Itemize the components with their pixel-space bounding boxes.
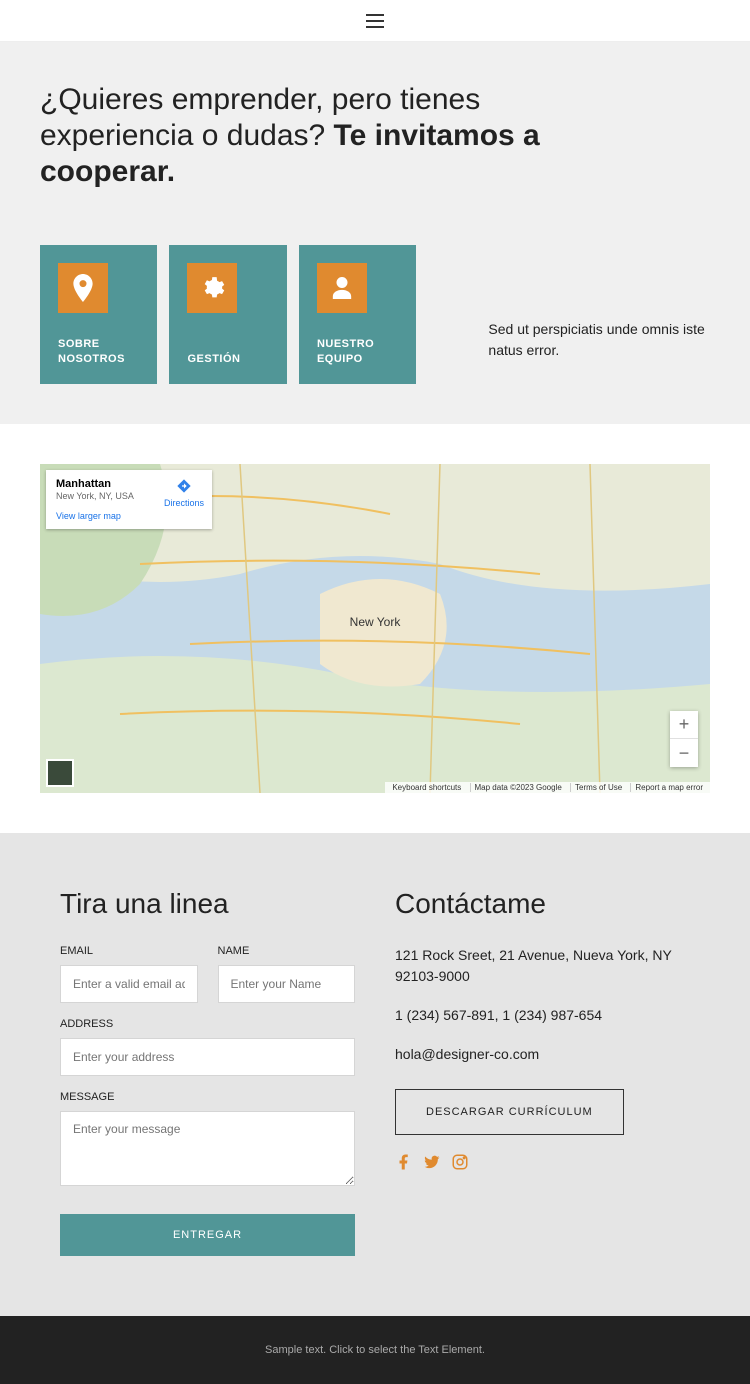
contact-heading: Contáctame [395, 888, 690, 920]
footer-text[interactable]: Sample text. Click to select the Text El… [265, 1344, 485, 1356]
map-section: Directions Manhattan New York, NY, USA V… [0, 424, 750, 833]
user-icon [317, 263, 367, 313]
contact-address: 121 Rock Sreet, 21 Avenue, Nueva York, N… [395, 945, 690, 987]
map-center-label: New York [350, 615, 401, 629]
attrib-shortcuts[interactable]: Keyboard shortcuts [392, 783, 461, 792]
facebook-icon[interactable] [395, 1153, 413, 1171]
attrib-data: Map data ©2023 Google [470, 783, 562, 792]
top-nav [0, 0, 750, 42]
map-attribution: Keyboard shortcuts Map data ©2023 Google… [385, 782, 710, 793]
gear-icon [187, 263, 237, 313]
side-text: Sed ut perspiciatis unde omnis iste natu… [488, 269, 710, 361]
map[interactable]: Directions Manhattan New York, NY, USA V… [40, 464, 710, 793]
download-cv-button[interactable]: DESCARGAR CURRÍCULUM [395, 1089, 624, 1135]
address-field[interactable] [60, 1038, 355, 1076]
hero-title: ¿Quieres emprender, pero tienes experien… [40, 82, 570, 190]
attrib-report[interactable]: Report a map error [630, 783, 703, 792]
form-heading: Tira una linea [60, 888, 355, 920]
attrib-terms[interactable]: Terms of Use [570, 783, 622, 792]
zoom-in-button[interactable]: + [670, 711, 698, 739]
contact-email: hola@designer-co.com [395, 1044, 690, 1065]
card-label: NUESTRO EQUIPO [317, 337, 398, 366]
social-icons [395, 1153, 690, 1171]
card-label: SOBRE NOSOTROS [58, 337, 139, 366]
card-label: GESTIÓN [187, 352, 268, 366]
contact-section: Tira una linea EMAIL NAME ADDRESS MESSAG… [0, 833, 750, 1316]
name-field[interactable] [218, 965, 356, 1003]
footer: Sample text. Click to select the Text El… [0, 1316, 750, 1384]
submit-button[interactable]: ENTREGAR [60, 1214, 355, 1256]
instagram-icon[interactable] [451, 1153, 469, 1171]
contact-column: Contáctame 121 Rock Sreet, 21 Avenue, Nu… [395, 888, 690, 1256]
card-management[interactable]: GESTIÓN [169, 245, 286, 384]
contact-phone: 1 (234) 567-891, 1 (234) 987-654 [395, 1005, 690, 1026]
card-team[interactable]: NUESTRO EQUIPO [299, 245, 416, 384]
map-info-box: Directions Manhattan New York, NY, USA V… [46, 470, 212, 529]
directions-label: Directions [164, 498, 204, 508]
directions-button[interactable]: Directions [164, 478, 204, 508]
email-field[interactable] [60, 965, 198, 1003]
hamburger-menu-icon[interactable] [366, 14, 384, 28]
view-larger-map-link[interactable]: View larger map [56, 511, 202, 521]
cards-row: SOBRE NOSOTROS GESTIÓN NUESTRO EQUIPO Se… [40, 245, 710, 384]
address-label: ADDRESS [60, 1018, 355, 1030]
satellite-toggle[interactable] [46, 759, 74, 787]
twitter-icon[interactable] [423, 1153, 441, 1171]
card-about[interactable]: SOBRE NOSOTROS [40, 245, 157, 384]
message-label: MESSAGE [60, 1091, 355, 1103]
name-label: NAME [218, 945, 356, 957]
zoom-out-button[interactable]: − [670, 739, 698, 767]
email-label: EMAIL [60, 945, 198, 957]
pin-icon [58, 263, 108, 313]
map-zoom-controls: + − [670, 711, 698, 767]
hero-section: ¿Quieres emprender, pero tienes experien… [0, 42, 750, 424]
form-column: Tira una linea EMAIL NAME ADDRESS MESSAG… [60, 888, 355, 1256]
message-field[interactable] [60, 1111, 355, 1186]
